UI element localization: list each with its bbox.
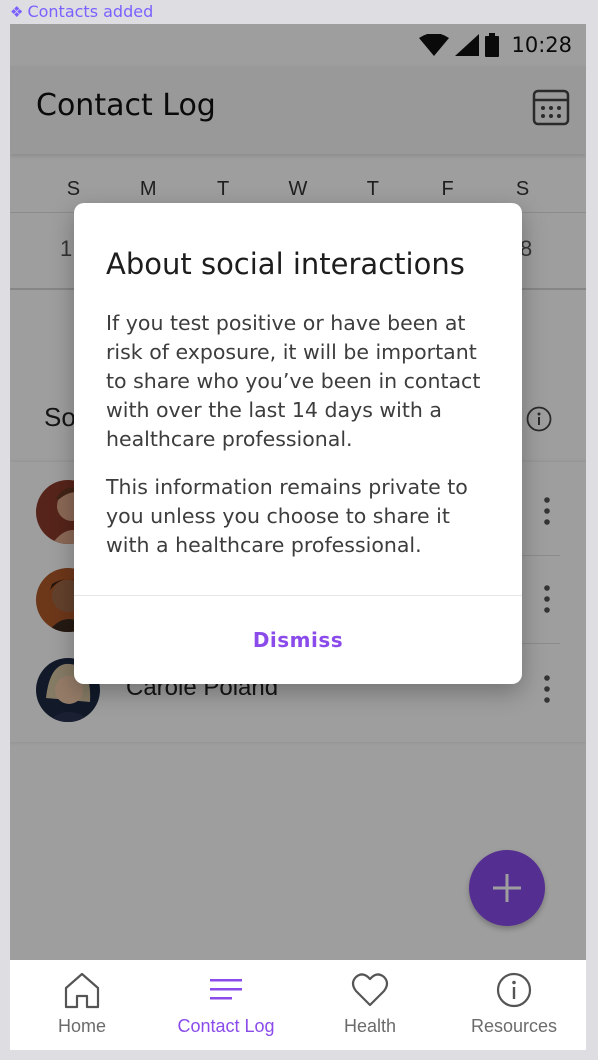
nav-item-health[interactable]: Health	[298, 960, 442, 1050]
nav-label: Home	[57, 1016, 106, 1036]
dialog-paragraph: This information remains private to you …	[106, 475, 468, 557]
frame-label: ❖ Contacts added	[10, 2, 153, 22]
nav-label: Resources	[470, 1016, 558, 1036]
dismiss-button[interactable]: Dismiss	[74, 596, 522, 684]
phone-screen: 10:28 Contact Log S M T W T F S 1 8 So C…	[10, 24, 586, 1050]
bottom-navigation: Home Contact Log Health Resources	[10, 960, 586, 1050]
list-icon	[210, 979, 242, 1000]
info-icon	[496, 972, 532, 1008]
home-icon	[64, 972, 100, 1009]
about-dialog: About social interactions If you test po…	[74, 203, 522, 684]
frame-label-text: Contacts added	[27, 2, 154, 21]
dialog-title: About social interactions	[106, 247, 465, 281]
nav-label: Health	[343, 1016, 397, 1036]
dialog-body: If you test positive or have been at ris…	[106, 309, 490, 560]
nav-label: Contact Log	[177, 1016, 275, 1036]
nav-item-resources[interactable]: Resources	[442, 960, 586, 1050]
nav-item-contact-log[interactable]: Contact Log	[154, 960, 298, 1050]
component-icon: ❖	[10, 3, 24, 21]
dialog-paragraph: If you test positive or have been at ris…	[106, 311, 481, 451]
heart-icon	[351, 973, 389, 1007]
nav-item-home[interactable]: Home	[10, 960, 154, 1050]
